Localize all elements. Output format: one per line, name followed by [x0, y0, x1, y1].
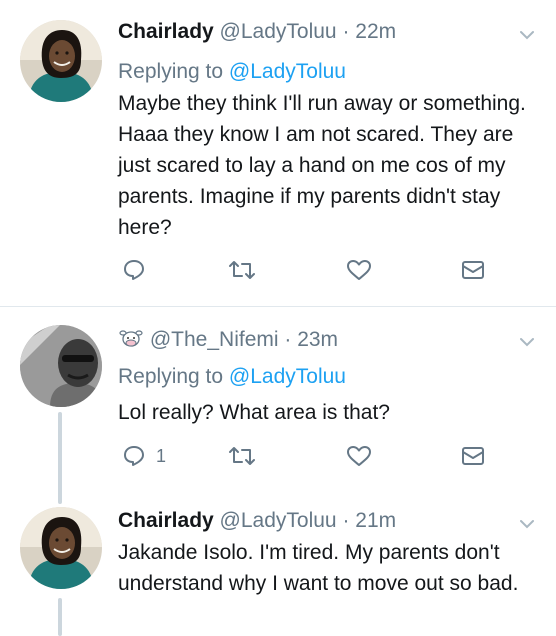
separator: ·: [336, 20, 356, 43]
reply-icon: [124, 446, 144, 466]
thread-connector: [58, 412, 62, 504]
tweet-header: Chairlady @LadyToluu · 22m: [118, 20, 396, 44]
replying-to-label: Replying to: [118, 365, 229, 388]
tweet-1[interactable]: Chairlady @LadyToluu · 22m Replying to @…: [0, 0, 556, 306]
woman-avatar-icon: [20, 507, 102, 589]
tweet-text: Maybe they think I'll run away or someth…: [118, 92, 526, 239]
tweet-3[interactable]: Chairlady @LadyToluu · 21m Jakande Isolo…: [0, 497, 556, 636]
envelope-icon: [462, 261, 484, 279]
replying-to: Replying to @LadyToluu: [118, 60, 346, 84]
avatar[interactable]: [20, 20, 102, 102]
chevron-down-icon[interactable]: [520, 30, 534, 40]
reply-button[interactable]: [122, 258, 146, 282]
woman-avatar-icon: [20, 20, 102, 102]
cow-emoji-icon: [119, 330, 143, 347]
avatar[interactable]: [20, 325, 102, 407]
tweet-header: Chairlady @LadyToluu · 21m: [118, 509, 396, 533]
tweet-header: @The_Nifemi · 23m: [118, 327, 338, 352]
avatar[interactable]: [20, 507, 102, 589]
retweet-button[interactable]: [228, 444, 256, 468]
display-name[interactable]: Chairlady: [118, 509, 214, 532]
separator: ·: [336, 509, 356, 532]
username[interactable]: @The_Nifemi: [150, 328, 279, 351]
chevron-down-icon[interactable]: [520, 519, 534, 529]
retweet-icon: [229, 261, 255, 279]
username[interactable]: @LadyToluu: [220, 509, 337, 532]
reply-icon: [124, 260, 144, 280]
like-button[interactable]: [346, 444, 372, 468]
like-button[interactable]: [346, 258, 372, 282]
replying-to: Replying to @LadyToluu: [118, 365, 346, 389]
heart-icon: [347, 260, 371, 280]
reply-button[interactable]: 1: [122, 444, 166, 468]
tweet-actions: [0, 258, 556, 288]
tweet-text: Jakande Isolo. I'm tired. My parents don…: [118, 541, 519, 595]
display-name[interactable]: Chairlady: [118, 20, 214, 43]
separator: ·: [278, 328, 298, 351]
chevron-down-icon[interactable]: [520, 337, 534, 347]
heart-icon: [347, 446, 371, 466]
direct-message-button[interactable]: [460, 444, 486, 468]
replying-to-label: Replying to: [118, 60, 229, 83]
man-avatar-icon: [20, 325, 102, 407]
timestamp[interactable]: 21m: [355, 509, 396, 532]
timestamp[interactable]: 22m: [355, 20, 396, 43]
reply-count: 1: [156, 445, 167, 466]
tweet-text: Lol really? What area is that?: [118, 401, 390, 424]
envelope-icon: [462, 447, 484, 465]
retweet-icon: [229, 447, 255, 465]
username[interactable]: @LadyToluu: [220, 20, 337, 43]
mention-link[interactable]: @LadyToluu: [229, 365, 346, 388]
direct-message-button[interactable]: [460, 258, 486, 282]
retweet-button[interactable]: [228, 258, 256, 282]
tweet-2[interactable]: @The_Nifemi · 23m Replying to @LadyToluu…: [0, 307, 556, 497]
mention-link[interactable]: @LadyToluu: [229, 60, 346, 83]
timestamp[interactable]: 23m: [297, 328, 338, 351]
tweet-actions: 1: [0, 444, 556, 474]
